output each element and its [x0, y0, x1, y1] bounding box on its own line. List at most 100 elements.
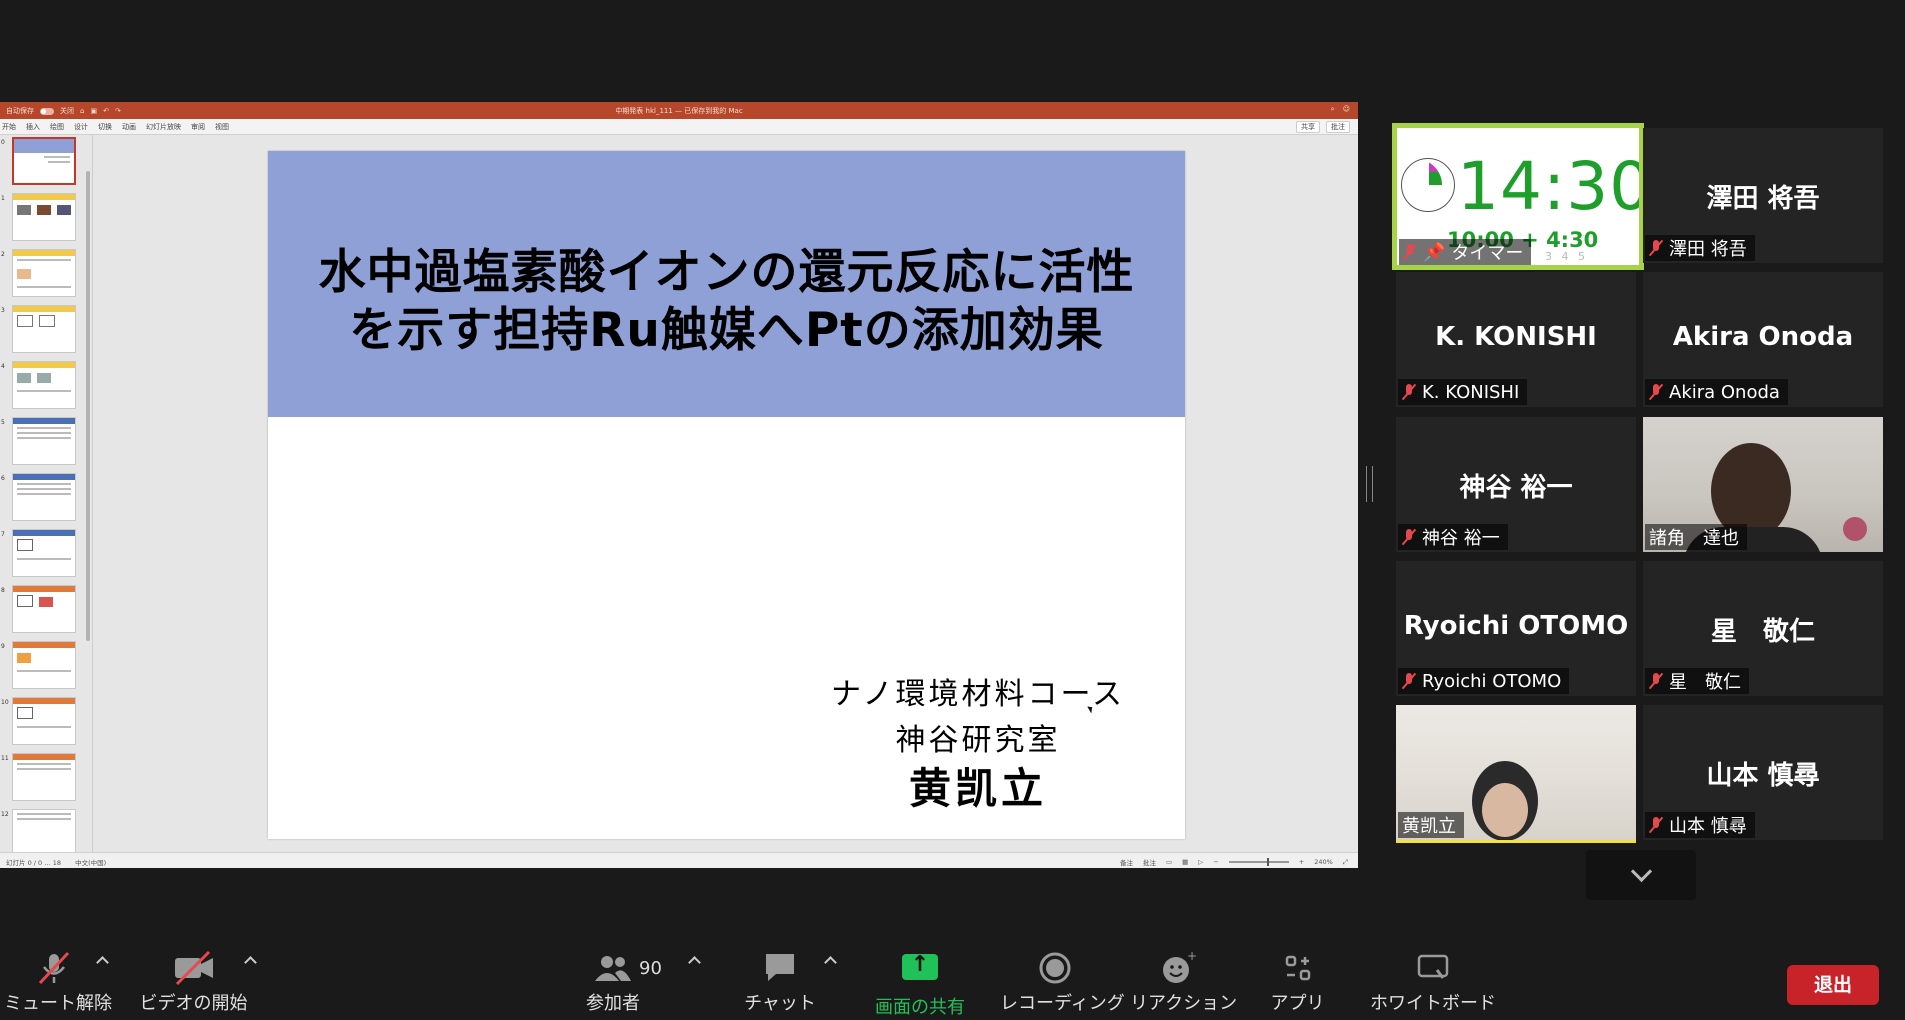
tab-transitions[interactable]: 切换	[98, 122, 112, 132]
slide-thumbnail[interactable]	[12, 473, 76, 521]
participant-label: 黄凯立	[1398, 812, 1464, 838]
thumbnail-row[interactable]: 8	[0, 585, 90, 635]
language-indicator[interactable]: 中文(中国)	[75, 857, 106, 867]
leave-meeting-button[interactable]: 退出	[1787, 965, 1879, 1005]
thumbnail-row[interactable]: 1	[0, 193, 90, 243]
thumbnail-row[interactable]: 0	[0, 137, 90, 187]
chevron-down-icon	[1630, 860, 1653, 883]
muted-mic-icon	[1402, 383, 1416, 401]
chat-button[interactable]: チャット	[740, 950, 820, 1015]
tab-home[interactable]: 开始	[2, 122, 16, 132]
share-button[interactable]: 共享	[1296, 121, 1320, 133]
account-icon[interactable]: ☺	[1343, 105, 1350, 114]
tab-animations[interactable]: 动画	[122, 122, 136, 132]
slide-thumbnail[interactable]	[12, 193, 76, 241]
thumbnail-row[interactable]: 5	[0, 417, 90, 467]
participant-tile[interactable]: 神谷 裕一 神谷 裕一	[1396, 417, 1636, 552]
participant-label: 諸角 達也	[1645, 524, 1747, 550]
panel-resize-handle[interactable]	[1366, 466, 1373, 502]
notes-button[interactable]: 备注	[1120, 857, 1133, 867]
participants-button[interactable]: 90 参加者	[580, 950, 675, 1015]
sorter-view-icon[interactable]: ▦	[1182, 858, 1188, 866]
thumb-number: 0	[1, 139, 5, 146]
current-slide: 水中過塩素酸イオンの還元反応に活性 を示す担持Ru触媒へPtの添加効果 ナノ環境…	[268, 151, 1185, 839]
comments-button[interactable]: 批注	[1326, 121, 1350, 133]
muted-mic-icon	[1649, 239, 1663, 257]
tab-draw[interactable]: 绘图	[50, 122, 64, 132]
start-video-label: ビデオの開始	[139, 993, 248, 1014]
participant-tile[interactable]: Ryoichi OTOMO Ryoichi OTOMO	[1396, 561, 1636, 696]
unmute-button[interactable]: ミュート解除	[4, 950, 112, 1015]
thumbnail-row[interactable]: 3	[0, 305, 90, 355]
slide-thumbnail[interactable]	[12, 305, 76, 353]
participant-video-tile[interactable]: 黄凯立	[1396, 705, 1636, 843]
whiteboard-label: ホワイトボード	[1370, 993, 1496, 1014]
slide-thumbnail[interactable]	[12, 585, 76, 633]
search-icon[interactable]: ⌕	[1331, 105, 1335, 114]
participant-name: K. KONISHI	[1422, 381, 1520, 403]
participant-label: Ryoichi OTOMO	[1398, 668, 1570, 694]
slide-thumbnail[interactable]	[12, 697, 76, 745]
participant-tile[interactable]: Akira Onoda Akira Onoda	[1643, 272, 1883, 407]
tab-slideshow[interactable]: 幻灯片放映	[146, 122, 181, 132]
participant-label: 澤田 将吾	[1645, 235, 1755, 261]
thumbnail-scrollbar[interactable]	[86, 171, 90, 641]
thumbnail-row[interactable]: 7	[0, 529, 90, 579]
flower-decoration	[1843, 517, 1867, 541]
tab-review[interactable]: 审阅	[191, 122, 205, 132]
slide-thumbnail[interactable]	[12, 249, 76, 297]
zoom-level[interactable]: 240%	[1314, 858, 1333, 866]
participant-tile[interactable]: 澤田 将吾 澤田 将吾	[1643, 128, 1883, 263]
slide-thumbnail[interactable]	[12, 529, 76, 577]
thumb-number: 11	[1, 755, 9, 762]
thumb-number: 2	[1, 251, 5, 258]
thumb-number: 7	[1, 531, 5, 538]
thumbnail-row[interactable]: 9	[0, 641, 90, 691]
chat-options-caret[interactable]	[824, 956, 837, 969]
normal-view-icon[interactable]: ▭	[1166, 858, 1172, 866]
thumbnail-row[interactable]: 4	[0, 361, 90, 411]
slide-thumbnail[interactable]	[12, 641, 76, 689]
shared-screen: 自动保存 关闭 ⌂ ▣ ↶ ↷ 中期発表 hkl_111 — 已保存到我的 Ma…	[0, 102, 1358, 868]
slideshow-view-icon[interactable]: ▷	[1198, 858, 1203, 866]
thumbnail-row[interactable]: 10	[0, 697, 90, 747]
tab-insert[interactable]: 插入	[26, 122, 40, 132]
muted-mic-icon	[4, 950, 104, 986]
thumbnail-row[interactable]: 11	[0, 753, 90, 803]
thumbnail-row[interactable]: 6	[0, 473, 90, 523]
participant-name: 諸角 達也	[1649, 528, 1739, 549]
participant-video-tile[interactable]: 諸角 達也	[1643, 417, 1883, 552]
comments-status-button[interactable]: 批注	[1143, 857, 1156, 867]
slide-thumbnail[interactable]	[12, 809, 76, 857]
course-name: ナノ環境材料コース	[831, 677, 1125, 712]
fit-slide-icon[interactable]: ⤢	[1343, 858, 1348, 867]
participant-tile[interactable]: 星 敬仁 星 敬仁	[1643, 561, 1883, 696]
timer-ticks: 3 4 5	[1545, 250, 1588, 263]
slide-thumbnail[interactable]	[12, 417, 76, 465]
zoom-in-icon[interactable]: +	[1299, 858, 1304, 866]
participant-name: 澤田 将吾	[1669, 239, 1747, 260]
reactions-button[interactable]: + リアクション	[1130, 949, 1237, 1015]
tab-design[interactable]: 设计	[74, 122, 88, 132]
start-video-button[interactable]: ビデオの開始	[136, 950, 251, 1015]
tab-view[interactable]: 视图	[215, 122, 229, 132]
zoom-slider[interactable]	[1228, 858, 1289, 866]
thumb-number: 10	[1, 699, 9, 706]
timer-tile[interactable]: 14:30 10:00 + 4:30 3 4 5 📌 タイマー	[1392, 123, 1644, 270]
reaction-smiley-icon: +	[1130, 949, 1225, 986]
participants-options-caret[interactable]	[688, 956, 701, 969]
slide-thumbnail[interactable]	[12, 137, 76, 185]
thumbnail-row[interactable]: 2	[0, 249, 90, 299]
share-screen-button[interactable]: 画面の共有	[870, 950, 970, 1019]
zoom-out-icon[interactable]: −	[1213, 858, 1218, 866]
apps-button[interactable]: アプリ	[1255, 950, 1340, 1015]
slide-thumbnail[interactable]	[12, 753, 76, 801]
next-page-button[interactable]	[1586, 850, 1696, 900]
whiteboard-button[interactable]: ホワイトボード	[1370, 950, 1496, 1015]
participant-tile[interactable]: K. KONISHI K. KONISHI	[1396, 272, 1636, 407]
thumb-number: 4	[1, 363, 5, 370]
slide-thumbnail[interactable]	[12, 361, 76, 409]
record-button[interactable]: レコーディング	[1000, 950, 1125, 1015]
document-title: 中期発表 hkl_111 — 已保存到我的 Mac	[615, 107, 743, 115]
participant-tile[interactable]: 山本 慎尋 山本 慎尋	[1643, 705, 1883, 840]
